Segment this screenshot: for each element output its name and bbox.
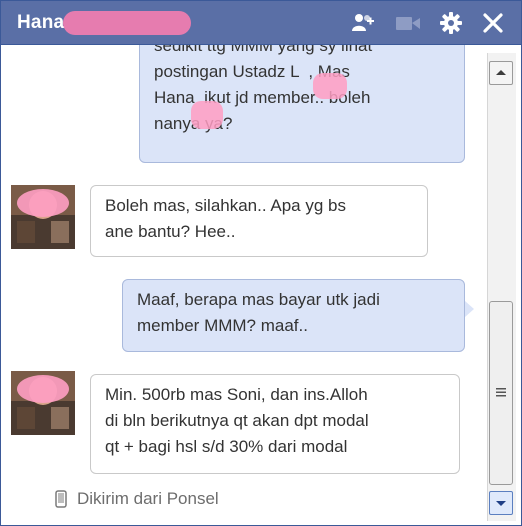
close-icon[interactable] [481, 11, 505, 35]
message-bubble-outgoing: sedikit ttg MMM yang sy lihat postingan … [139, 45, 465, 163]
message-bubble-incoming: Boleh mas, silahkan.. Apa yg bs ane bant… [90, 185, 428, 257]
name-redaction [63, 11, 191, 35]
redaction-mark [313, 73, 347, 99]
scroll-up-button[interactable] [489, 61, 513, 85]
bubble-tail [465, 301, 474, 317]
scroll-down-arrow-icon [496, 501, 506, 506]
message-bubble-incoming: Min. 500rb mas Soni, dan ins.Alloh di bl… [90, 374, 460, 474]
scroll-down-button[interactable] [489, 491, 513, 515]
video-call-icon[interactable] [395, 11, 421, 35]
add-friend-icon[interactable] [351, 11, 375, 35]
sent-from-mobile-label: Dikirim dari Ponsel [77, 489, 219, 508]
chat-window: Hana sedikit ttg MMM yang sy lihat posti… [0, 0, 522, 526]
avatar[interactable] [11, 185, 75, 249]
conversation-area[interactable]: sedikit ttg MMM yang sy lihat postingan … [1, 45, 488, 525]
chat-titlebar[interactable]: Hana [1, 1, 521, 45]
mobile-phone-icon [55, 490, 67, 508]
message-bubble-outgoing: Maaf, berapa mas bayar utk jadi member M… [122, 279, 465, 352]
avatar-image [11, 371, 75, 435]
scroll-grip-icon [496, 388, 506, 397]
scroll-up-arrow-icon [496, 70, 506, 75]
settings-gear-icon[interactable] [439, 11, 463, 35]
redaction-mark [191, 101, 223, 129]
chat-title[interactable]: Hana [17, 12, 64, 34]
scrollbar-thumb[interactable] [489, 301, 513, 485]
avatar[interactable] [11, 371, 75, 435]
avatar-image [11, 185, 75, 249]
